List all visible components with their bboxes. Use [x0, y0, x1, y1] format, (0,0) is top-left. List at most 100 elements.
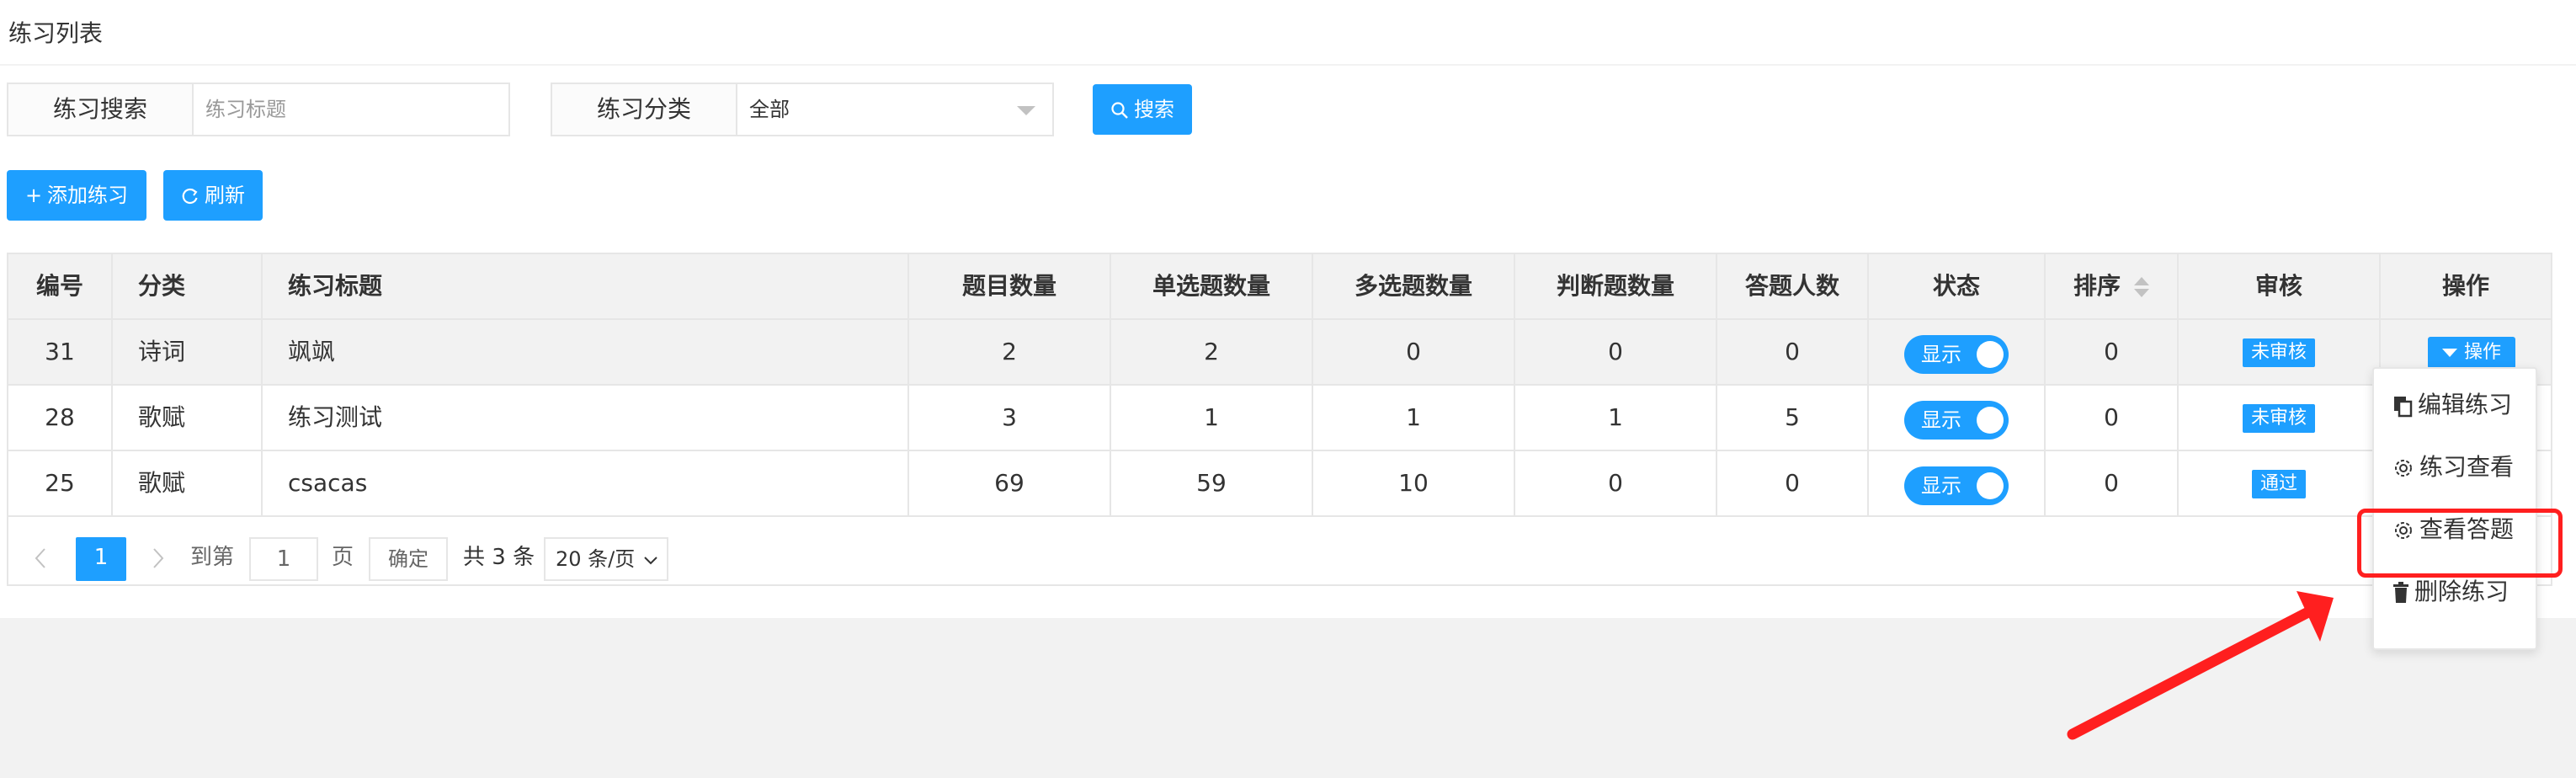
- review-status-badge: 通过: [2251, 470, 2306, 498]
- cell-judge: 1: [1515, 386, 1717, 450]
- review-status-badge: 未审核: [2242, 338, 2315, 367]
- menu-item-view-label: 练习查看: [2419, 453, 2515, 481]
- menu-item-edit[interactable]: 编辑练习: [2374, 374, 2536, 436]
- cell-category: 诗词: [113, 320, 263, 384]
- caret-down-icon: [2441, 349, 2457, 357]
- cell-title: csacas: [263, 451, 909, 515]
- cell-answered: 0: [1717, 320, 1869, 384]
- next-page-icon[interactable]: [150, 537, 170, 581]
- header-sort-label: 排序: [2073, 272, 2121, 300]
- plus-icon: +: [24, 184, 43, 207]
- toggle-knob: [1977, 407, 2004, 434]
- cell-review: 未审核: [2179, 386, 2381, 450]
- header-actions: 操作: [2441, 272, 2489, 300]
- cell-total: 3: [909, 386, 1111, 450]
- search-button[interactable]: 搜索: [1093, 84, 1192, 135]
- cell-id: 28: [8, 386, 113, 450]
- review-status-badge: 未审核: [2242, 404, 2315, 433]
- table-header-row: 编号 分类 练习标题 题目数量 单选题数量 多选题数量 判断题数量 答题人数 状…: [8, 254, 2551, 320]
- main-card: 练习列表 练习搜索 练习标题 练习分类 全部 搜索 + 添加练习 刷新 编号 分类…: [0, 0, 2576, 618]
- chevron-down-icon: [1017, 106, 1035, 115]
- cell-multi: 0: [1313, 320, 1515, 384]
- gear-icon: [2395, 460, 2412, 477]
- goto-input[interactable]: 1: [249, 537, 318, 581]
- cell-status: 显示: [1869, 320, 2046, 384]
- status-toggle[interactable]: 显示: [1904, 401, 2009, 440]
- table-row: 28 歌赋 练习测试 3 1 1 1 5 显示 0 未审核: [8, 386, 2551, 451]
- header-category: 分类: [113, 254, 263, 318]
- cell-title: 飒飒: [263, 320, 909, 384]
- status-toggle[interactable]: 显示: [1904, 466, 2009, 505]
- header-status: 状态: [1869, 254, 2046, 318]
- table-row: 25 歌赋 csacas 69 59 10 0 0 显示 0 通过: [8, 451, 2551, 517]
- chevron-down-icon: [644, 557, 657, 565]
- trash-icon: [2393, 582, 2408, 603]
- keyword-label: 练习搜索: [7, 83, 194, 136]
- status-toggle-label: 显示: [1921, 343, 1961, 366]
- cell-judge: 0: [1515, 451, 1717, 515]
- header-total: 题目数量: [909, 254, 1111, 318]
- cell-review: 通过: [2179, 451, 2381, 515]
- page-size-select[interactable]: 20 条/页: [544, 537, 668, 581]
- exercise-table: 编号 分类 练习标题 题目数量 单选题数量 多选题数量 判断题数量 答题人数 状…: [7, 253, 2552, 586]
- cell-title: 练习测试: [263, 386, 909, 450]
- cell-multi: 10: [1313, 451, 1515, 515]
- cell-category: 歌赋: [113, 451, 263, 515]
- prev-page-icon[interactable]: [32, 537, 52, 581]
- cell-status: 显示: [1869, 451, 2046, 515]
- goto-label: 到第: [190, 545, 235, 570]
- cell-status: 显示: [1869, 386, 2046, 450]
- header-title: 练习标题: [263, 254, 909, 318]
- header-sort[interactable]: 排序: [2046, 254, 2179, 318]
- add-exercise-button[interactable]: + 添加练习: [7, 170, 146, 221]
- menu-item-view[interactable]: 练习查看: [2374, 436, 2536, 498]
- cell-answered: 5: [1717, 386, 1869, 450]
- status-toggle-label: 显示: [1921, 408, 1961, 432]
- copy-icon: [2394, 397, 2413, 418]
- cell-single: 2: [1111, 320, 1313, 384]
- status-toggle[interactable]: 显示: [1904, 335, 2009, 374]
- cell-sort: 0: [2046, 386, 2179, 450]
- category-label: 练习分类: [551, 83, 737, 136]
- page-size-value: 20 条/页: [556, 547, 636, 571]
- sort-icon[interactable]: [2132, 275, 2149, 299]
- header-review: 审核: [2179, 254, 2381, 318]
- card-header: 练习列表: [0, 0, 2576, 66]
- category-select-value: 全部: [749, 98, 790, 121]
- cell-single: 59: [1111, 451, 1313, 515]
- cell-multi: 1: [1313, 386, 1515, 450]
- cell-total: 69: [909, 451, 1111, 515]
- status-toggle-label: 显示: [1921, 474, 1961, 498]
- add-button-label: 添加练习: [47, 184, 129, 207]
- cell-sort: 0: [2046, 451, 2179, 515]
- page-unit: 页: [332, 545, 354, 570]
- toggle-knob: [1977, 341, 2004, 368]
- cell-review: 未审核: [2179, 320, 2381, 384]
- pagination: 1 到第 1 页 确定 共 3 条 20 条/页: [8, 520, 2551, 586]
- menu-item-edit-label: 编辑练习: [2418, 391, 2513, 418]
- refresh-button[interactable]: 刷新: [163, 170, 263, 221]
- refresh-icon: [182, 188, 198, 205]
- header-multi: 多选题数量: [1313, 254, 1515, 318]
- cell-judge: 0: [1515, 320, 1717, 384]
- header-single: 单选题数量: [1111, 254, 1313, 318]
- cell-single: 1: [1111, 386, 1313, 450]
- table-row: 31 诗词 飒飒 2 2 0 0 0 显示 0 未审核 操作: [8, 320, 2551, 386]
- keyword-input[interactable]: 练习标题: [192, 83, 510, 136]
- search-button-label: 搜索: [1134, 98, 1174, 121]
- goto-confirm-button[interactable]: 确定: [369, 537, 448, 581]
- header-judge: 判断题数量: [1515, 254, 1717, 318]
- category-select[interactable]: 全部: [736, 83, 1054, 136]
- actions-button-label: 操作: [2463, 342, 2501, 363]
- page-current[interactable]: 1: [76, 537, 126, 581]
- actions-dropdown-button[interactable]: 操作: [2428, 337, 2515, 369]
- cell-id: 31: [8, 320, 113, 384]
- cell-id: 25: [8, 451, 113, 515]
- refresh-button-label: 刷新: [205, 184, 245, 207]
- annotation-highlight-box: [2357, 509, 2563, 578]
- header-answered: 答题人数: [1717, 254, 1869, 318]
- toggle-knob: [1977, 472, 2004, 499]
- header-id: 编号: [8, 254, 113, 318]
- cell-total: 2: [909, 320, 1111, 384]
- cell-answered: 0: [1717, 451, 1869, 515]
